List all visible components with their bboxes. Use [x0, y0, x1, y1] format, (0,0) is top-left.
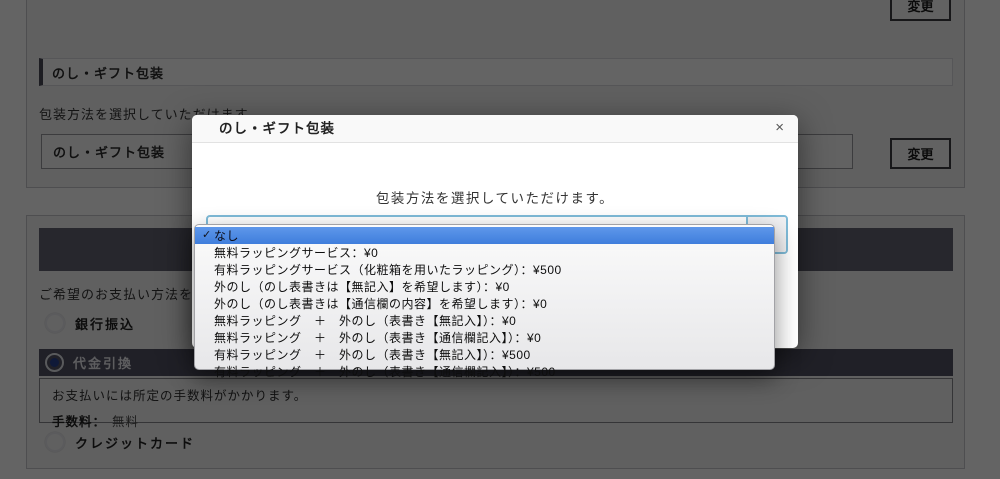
dropdown-option-0[interactable]: ✓なし — [195, 227, 774, 244]
dropdown-option-7[interactable]: 有料ラッピング ＋ 外のし（表書き【無記入】）：¥500 — [195, 346, 774, 363]
modal-header: のし・ギフト包装 × — [192, 115, 798, 143]
modal-body-text: 包装方法を選択していただけます。 — [192, 187, 798, 207]
dropdown-option-label: 有料ラッピングサービス（化粧箱を用いたラッピング）：¥500 — [214, 261, 562, 278]
dropdown-option-label: 無料ラッピングサービス：¥0 — [214, 244, 378, 261]
dropdown-option-label: 有料ラッピング ＋ 外のし（表書き【通信欄記入】）：¥500 — [214, 363, 556, 380]
wrap-method-dropdown-list: ✓なし無料ラッピングサービス：¥0有料ラッピングサービス（化粧箱を用いたラッピン… — [194, 224, 775, 370]
modal-title: のし・ギフト包装 — [219, 115, 335, 142]
dropdown-option-3[interactable]: 外のし（のし表書きは【無記入】を希望します）：¥0 — [195, 278, 774, 295]
close-icon[interactable]: × — [775, 115, 784, 141]
dropdown-option-label: 無料ラッピング ＋ 外のし（表書き【通信欄記入】）：¥0 — [214, 329, 541, 346]
dropdown-option-1[interactable]: 無料ラッピングサービス：¥0 — [195, 244, 774, 261]
dropdown-option-label: なし — [214, 227, 239, 244]
checkout-page: 変更 のし・ギフト包装 包装方法を選択していただけます。 のし・ギフト包装 変更… — [0, 0, 1000, 479]
checkmark-icon: ✓ — [202, 228, 212, 241]
dropdown-option-label: 外のし（のし表書きは【無記入】を希望します）：¥0 — [214, 278, 510, 295]
dropdown-option-label: 外のし（のし表書きは【通信欄の内容】を希望します）：¥0 — [214, 295, 547, 312]
dropdown-option-2[interactable]: 有料ラッピングサービス（化粧箱を用いたラッピング）：¥500 — [195, 261, 774, 278]
dropdown-option-6[interactable]: 無料ラッピング ＋ 外のし（表書き【通信欄記入】）：¥0 — [195, 329, 774, 346]
dropdown-option-4[interactable]: 外のし（のし表書きは【通信欄の内容】を希望します）：¥0 — [195, 295, 774, 312]
dropdown-option-label: 無料ラッピング ＋ 外のし（表書き【無記入】）：¥0 — [214, 312, 516, 329]
dropdown-option-label: 有料ラッピング ＋ 外のし（表書き【無記入】）：¥500 — [214, 346, 531, 363]
dropdown-option-8[interactable]: 有料ラッピング ＋ 外のし（表書き【通信欄記入】）：¥500 — [195, 363, 774, 380]
dropdown-option-5[interactable]: 無料ラッピング ＋ 外のし（表書き【無記入】）：¥0 — [195, 312, 774, 329]
